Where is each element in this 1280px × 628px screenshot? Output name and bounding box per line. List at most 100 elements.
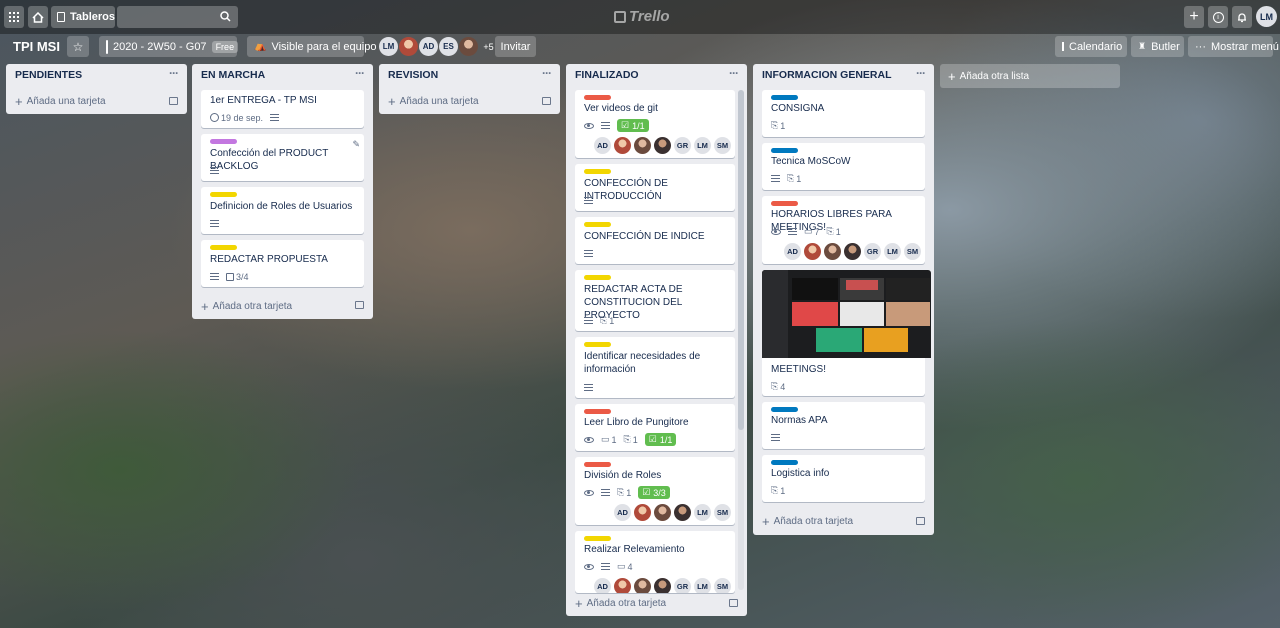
card-template-icon[interactable] xyxy=(169,97,178,105)
list-header[interactable]: EN MARCHA ··· xyxy=(192,64,373,86)
checklist-count: 3/4 xyxy=(236,271,249,282)
notifications-button[interactable] xyxy=(1232,6,1252,28)
member-avatar[interactable]: LM xyxy=(694,578,711,593)
member-avatar[interactable]: ES xyxy=(439,37,458,56)
show-menu-button[interactable]: ··· Mostrar menú xyxy=(1188,36,1279,57)
card[interactable]: Confección del PRODUCT BACKLOG ✎ xyxy=(201,134,364,181)
calendar-button[interactable]: Calendario xyxy=(1055,36,1127,57)
member-avatar-photo[interactable] xyxy=(654,578,671,593)
edit-pencil-icon[interactable]: ✎ xyxy=(352,139,360,150)
card[interactable]: Leer Libro de Pungitore ▭ 1 ⎘ 1 ☑ 1/1 xyxy=(575,404,735,451)
invite-button[interactable]: Invitar xyxy=(495,36,536,57)
list-menu-icon[interactable]: ··· xyxy=(169,66,179,80)
member-avatar[interactable]: AD xyxy=(419,37,438,56)
list-menu-icon[interactable]: ··· xyxy=(542,66,552,80)
card[interactable]: Normas APA xyxy=(762,402,925,449)
card[interactable]: REDACTAR ACTA DE CONSTITUCION DEL PROYEC… xyxy=(575,270,735,331)
card[interactable]: CONFECCIÓN DE INTRODUCCIÓN xyxy=(575,164,735,211)
card[interactable]: CONSIGNA ⎘ 1 xyxy=(762,90,925,137)
member-avatar[interactable]: GR xyxy=(674,578,691,593)
member-avatar[interactable]: GR xyxy=(674,137,691,154)
card-template-icon[interactable] xyxy=(542,97,551,105)
add-card-button[interactable]: + Añada otra tarjeta xyxy=(575,596,666,611)
member-avatar-photo[interactable] xyxy=(459,37,478,56)
card[interactable]: Definicion de Roles de Usuarios xyxy=(201,187,364,234)
checklist-count: 3/3 xyxy=(653,487,666,498)
list-menu-icon[interactable]: ··· xyxy=(729,66,739,80)
member-avatar-photo[interactable] xyxy=(844,243,861,260)
add-list-button[interactable]: + Añada otra lista xyxy=(940,64,1120,88)
board-title[interactable]: TPI MSI xyxy=(13,39,60,54)
member-avatar-photo[interactable] xyxy=(614,578,631,593)
team-button[interactable]: 2020 - 2W50 - G07 Free xyxy=(99,36,239,57)
list-scrollbar[interactable] xyxy=(738,90,744,590)
star-button[interactable]: ☆ xyxy=(67,36,89,57)
member-avatar[interactable]: LM xyxy=(884,243,901,260)
card[interactable]: MEETINGS! ⎘ 4 xyxy=(762,270,931,396)
card[interactable]: Ver videos de git ☑ 1/1 AD GR LM SM xyxy=(575,90,735,158)
card-template-icon[interactable] xyxy=(355,301,364,309)
due-date-text: 19 de sep. xyxy=(221,112,264,123)
card-template-icon[interactable] xyxy=(916,517,925,525)
card[interactable]: HORARIOS LIBRES PARA MEETINGS! ▭ 7 ⎘ 1 AD … xyxy=(762,196,925,264)
add-card-button[interactable]: + Añada otra tarjeta xyxy=(201,299,292,314)
member-avatar-photo[interactable] xyxy=(634,137,651,154)
card[interactable]: Identificar necesidades de información xyxy=(575,337,735,398)
member-avatar[interactable]: LM xyxy=(694,137,711,154)
list-menu-icon[interactable]: ··· xyxy=(355,66,365,80)
member-avatar-photo[interactable] xyxy=(804,243,821,260)
add-card-button[interactable]: + Añada una tarjeta xyxy=(15,94,106,109)
member-avatar-photo[interactable] xyxy=(654,137,671,154)
member-avatar[interactable]: SM xyxy=(714,578,731,593)
list-header[interactable]: REVISION ··· xyxy=(379,64,560,86)
member-avatar[interactable]: SM xyxy=(714,504,731,521)
list-header[interactable]: FINALIZADO ··· xyxy=(566,64,747,86)
add-card-button[interactable]: + Añada una tarjeta xyxy=(388,94,479,109)
member-avatar-photo[interactable] xyxy=(674,504,691,521)
home-button[interactable] xyxy=(28,6,48,28)
card-label-blue xyxy=(771,460,798,465)
list-header[interactable]: INFORMACION GENERAL ··· xyxy=(753,64,934,86)
member-avatar[interactable]: AD xyxy=(594,578,611,593)
create-button[interactable]: + xyxy=(1184,6,1204,28)
member-avatar[interactable]: AD xyxy=(614,504,631,521)
member-avatar[interactable]: LM xyxy=(694,504,711,521)
apps-grid-icon[interactable] xyxy=(4,6,24,28)
member-avatar[interactable]: SM xyxy=(904,243,921,260)
card[interactable]: División de Roles ⎘ 1 ☑ 3/3 AD LM SM xyxy=(575,457,735,525)
attachment-badge: ⎘ 1 xyxy=(827,226,841,237)
member-avatar-photo[interactable] xyxy=(634,578,651,593)
card-template-icon[interactable] xyxy=(729,599,738,607)
team-name: 2020 - 2W50 - G07 xyxy=(113,40,207,53)
card[interactable]: Logistica info ⎘ 1 xyxy=(762,455,925,502)
card[interactable]: Realizar Relevamiento ▭ 4 AD GR LM SM xyxy=(575,531,735,593)
member-avatar-photo[interactable] xyxy=(654,504,671,521)
user-avatar[interactable]: LM xyxy=(1256,6,1277,27)
trello-logo[interactable]: Trello xyxy=(614,8,670,25)
search-input[interactable] xyxy=(117,6,238,28)
info-button[interactable]: i xyxy=(1208,6,1228,28)
card[interactable]: REDACTAR PROPUESTA 3/4 xyxy=(201,240,364,287)
member-avatar[interactable]: GR xyxy=(864,243,881,260)
member-avatar[interactable]: LM xyxy=(379,37,398,56)
comment-count: 1 xyxy=(611,434,617,445)
boards-button[interactable]: Tableros xyxy=(51,6,115,28)
member-avatar-photo[interactable] xyxy=(614,137,631,154)
card[interactable]: Tecnica MoSCoW ⎘ 1 xyxy=(762,143,925,190)
member-avatar-photo[interactable] xyxy=(824,243,841,260)
scrollbar-thumb[interactable] xyxy=(738,90,744,430)
butler-button[interactable]: ♜ Butler xyxy=(1131,36,1184,57)
list-finalizado: FINALIZADO ··· Ver videos de git ☑ 1/1 AD … xyxy=(566,64,747,616)
member-avatar-photo[interactable] xyxy=(634,504,651,521)
member-avatar[interactable]: AD xyxy=(784,243,801,260)
card[interactable]: 1er ENTREGA - TP MSI 19 de sep. xyxy=(201,90,364,128)
add-card-button[interactable]: + Añada otra tarjeta xyxy=(762,514,853,529)
list-header[interactable]: PENDIENTES ··· xyxy=(6,64,187,86)
visibility-button[interactable]: ⛺ Visible para el equipo xyxy=(247,36,376,57)
member-avatar[interactable]: SM xyxy=(714,137,731,154)
list-menu-icon[interactable]: ··· xyxy=(916,66,926,80)
star-icon: ☆ xyxy=(72,39,84,54)
member-avatar[interactable]: AD xyxy=(594,137,611,154)
card[interactable]: CONFECCIÓN DE INDICE xyxy=(575,217,735,264)
member-avatar-photo[interactable] xyxy=(399,37,418,56)
